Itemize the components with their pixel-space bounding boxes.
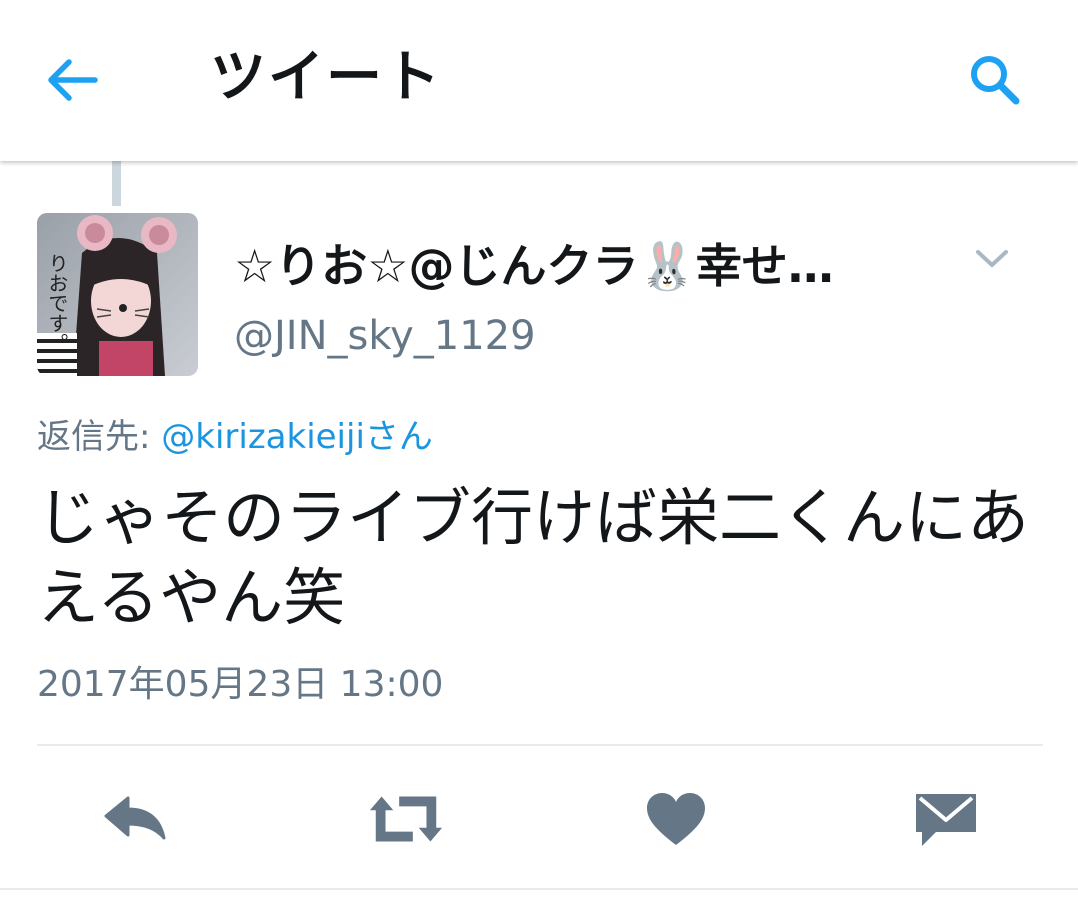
avatar[interactable]: りおです。 [37,213,198,376]
chevron-down-icon [976,250,1008,267]
direct-message-button[interactable] [906,786,986,852]
reply-button[interactable] [95,786,175,852]
thread-connector-line [112,161,121,206]
tweet-options-button[interactable] [966,236,1018,282]
reply-icon [104,796,166,840]
like-button[interactable] [636,786,716,852]
envelope-icon [916,794,976,846]
heart-icon [647,793,705,845]
back-arrow-icon [48,59,98,101]
back-button[interactable] [40,47,106,113]
search-icon [971,56,1020,105]
bottom-divider [0,888,1078,890]
avatar-photo: りおです。 [37,213,198,376]
tweet-text: じゃそのライブ行けば栄二くんにあえるやん笑 [37,481,1030,634]
retweet-button[interactable] [366,786,446,852]
user-handle[interactable]: @JIN_sky_1129 [234,308,536,364]
reply-suffix: さん [364,417,433,457]
avatar-handwriting: りおです。 [45,253,69,353]
tweet-timestamp[interactable]: 2017年05月23日 13:00 [37,659,443,711]
replying-to: 返信先: @kirizakieijiさん [37,412,433,462]
page-title: ツイート [210,45,442,110]
top-app-bar: ツイート [0,0,1078,161]
retweet-icon [369,796,443,842]
divider [37,744,1043,746]
reply-user-link[interactable]: @kirizakieiji [161,417,365,457]
reply-prefix: 返信先: [37,417,162,457]
display-name[interactable]: ☆りお☆@じんクラ🐰幸せ… [234,234,934,298]
search-button[interactable] [960,47,1030,113]
